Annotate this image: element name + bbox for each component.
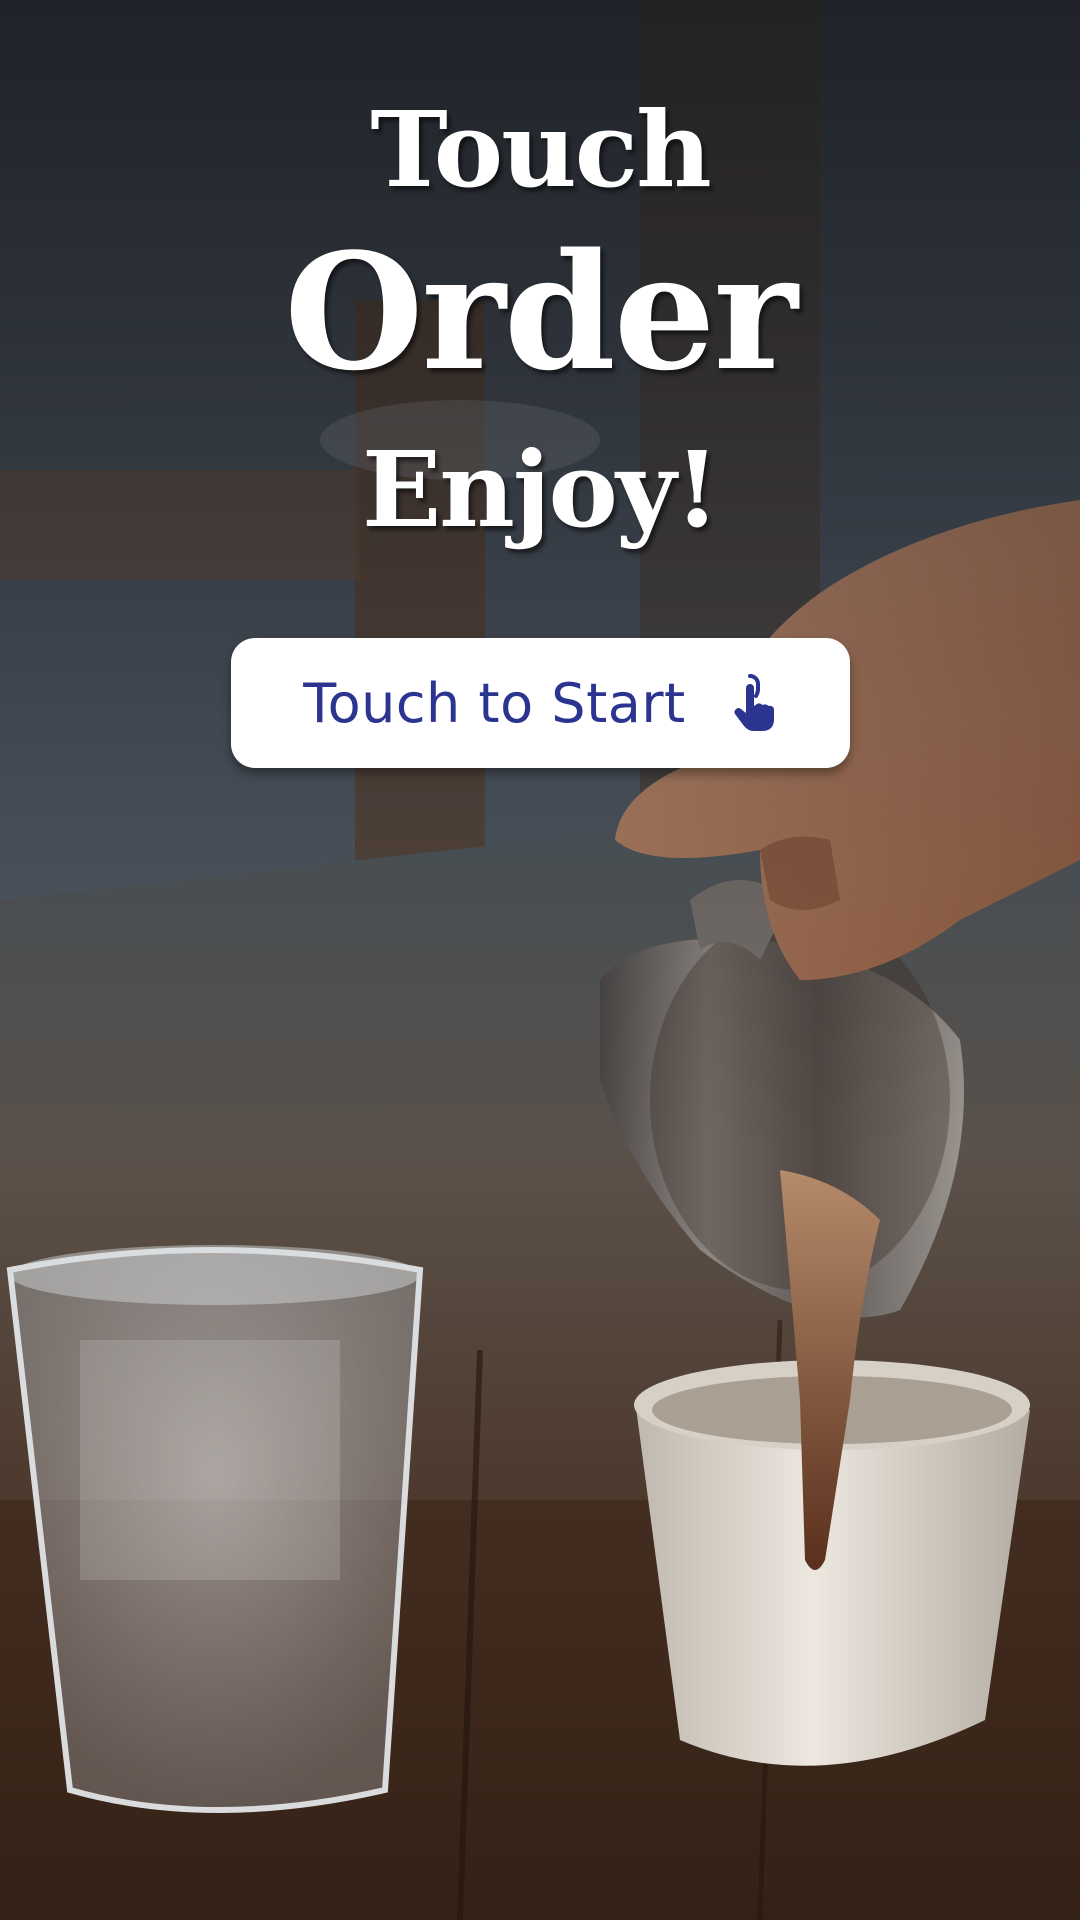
welcome-screen[interactable]: Touch Order Enjoy! Touch to Start [0,0,1080,1920]
headline-enjoy: Enjoy! [362,428,720,551]
touch-to-start-button[interactable]: Touch to Start [231,638,850,768]
start-button-label: Touch to Start [303,671,686,735]
headline-order: Order [284,218,798,406]
tap-hand-icon [728,674,778,732]
headline-touch: Touch [370,88,711,211]
